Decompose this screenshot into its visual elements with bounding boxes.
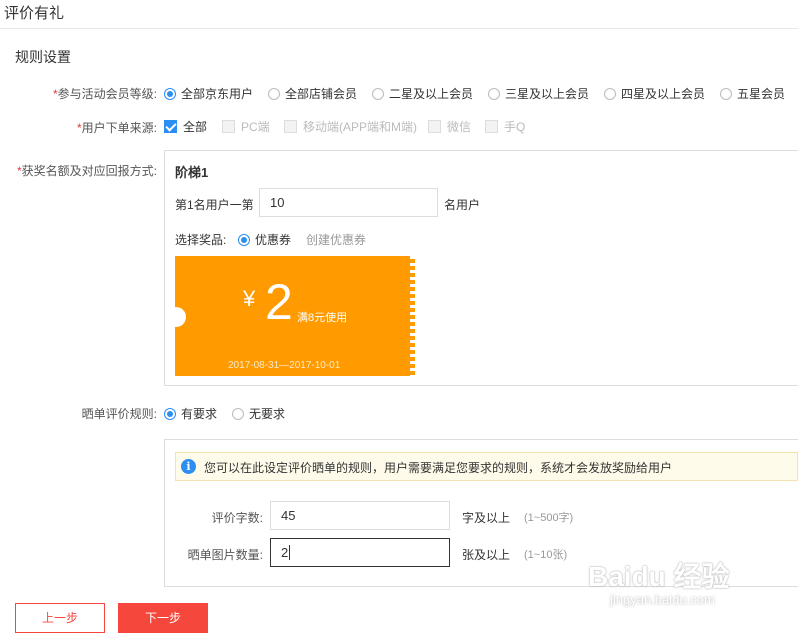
order-source-mobile[interactable]: 移动端(APP端和M端) [284,118,417,135]
top-bar [0,0,798,29]
review-rule-label: 晒单评价规则: [81,407,157,421]
info-text: 您可以在此设定评价晒单的规则，用户需要满足您要求的规则，系统才会发放奖励给用户 [204,461,673,475]
prize-option-coupon[interactable]: 优惠券 [238,231,291,248]
create-coupon-link[interactable]: 创建优惠券 [306,231,366,248]
image-count-input[interactable]: 2 [270,538,450,567]
section-title: 规则设置 [15,49,71,65]
checkbox-disabled[interactable] [284,120,297,133]
checkbox-checked[interactable] [164,120,177,133]
checkbox-disabled[interactable] [428,120,441,133]
rank-input[interactable]: 10 [259,188,438,217]
prize-label: *获奖名额及对应回报方式: [16,164,157,178]
radio[interactable] [488,88,500,100]
review-rule-required[interactable]: 有要求 [164,405,217,422]
coupon-amount: 2 [265,274,293,330]
member-level-option-all-jd[interactable]: 全部京东用户 [164,85,253,102]
coupon-notch [175,307,186,327]
radio[interactable] [372,88,384,100]
review-rule-none[interactable]: 无要求 [232,405,285,422]
prev-step-button[interactable]: 上一步 [15,603,105,633]
member-level-option-4star[interactable]: 四星及以上会员 [604,85,705,102]
member-level-option-2star[interactable]: 二星及以上会员 [372,85,473,102]
word-count-hint: (1~500字) [524,512,574,524]
page-title: 评价有礼 [4,5,65,22]
image-count-label: 晒单图片数量: [187,548,263,562]
watermark-url: jingyan.baidu.com [610,592,715,607]
select-prize-label: 选择奖品: [175,233,227,247]
coupon-perforation [410,256,415,376]
member-level-label: *参与活动会员等级: [52,87,157,101]
baidu-watermark: Baidu 经验 [588,561,730,592]
coupon-validity: 2017-08-31—2017-10-01 [228,360,341,371]
word-count-input[interactable]: 45 [270,501,450,530]
text-cursor [289,545,291,560]
image-count-suffix: 张及以上 [462,548,511,562]
rank-suffix: 名用户 [444,198,481,212]
member-level-option-3star[interactable]: 三星及以上会员 [488,85,589,102]
order-source-label: *用户下单来源: [76,121,157,135]
tier-title: 阶梯1 [175,165,209,180]
radio[interactable] [268,88,280,100]
order-source-pc[interactable]: PC端 [222,118,270,135]
radio-selected[interactable] [238,234,250,246]
rank-prefix: 第1名用户一第 [175,198,254,212]
radio[interactable] [720,88,732,100]
radio[interactable] [232,408,244,420]
checkbox-disabled[interactable] [485,120,498,133]
order-source-all[interactable]: 全部 [164,118,207,135]
order-source-qq[interactable]: 手Q [485,118,525,135]
coupon-currency: ¥ [243,286,256,311]
order-source-wechat[interactable]: 微信 [428,118,471,135]
member-level-option-shop-members[interactable]: 全部店铺会员 [268,85,357,102]
word-count-label: 评价字数: [211,511,263,525]
checkbox-disabled[interactable] [222,120,235,133]
radio-selected[interactable] [164,408,176,420]
image-count-hint: (1~10张) [524,549,568,561]
member-level-option-5star[interactable]: 五星会员 [720,85,785,102]
coupon-card[interactable]: ¥ 2 满8元使用 2017-08-31—2017-10-01 [175,256,415,376]
coupon-condition: 满8元使用 [297,312,348,324]
info-icon: i [181,459,196,474]
radio[interactable] [604,88,616,100]
word-count-suffix: 字及以上 [462,511,511,525]
radio-selected[interactable] [164,88,176,100]
next-step-button[interactable]: 下一步 [118,603,208,633]
